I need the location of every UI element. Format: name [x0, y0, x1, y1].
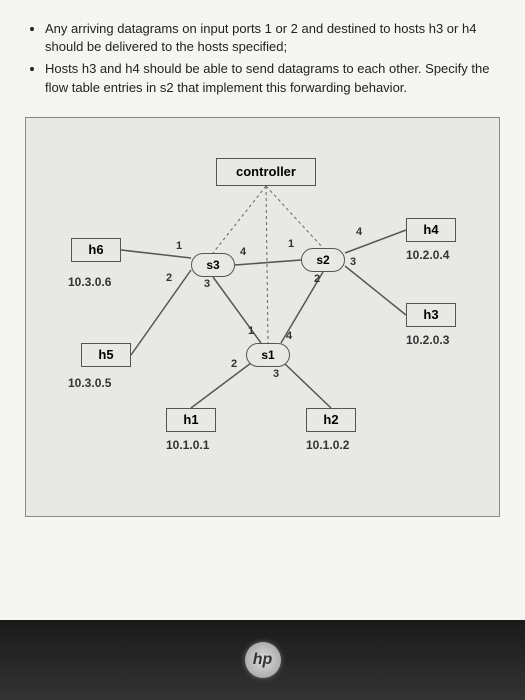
host-h5: h5 [81, 343, 131, 367]
host-h1: h1 [166, 408, 216, 432]
port-s3-1: 1 [176, 240, 182, 252]
network-diagram: controller h6 h5 h4 h3 h1 h2 10.3.0.6 10… [25, 117, 500, 517]
switch-s2: s2 [301, 248, 345, 272]
hp-logo-icon: hp [245, 642, 281, 678]
ip-h3: 10.2.0.3 [406, 333, 449, 347]
laptop-bezel: hp [0, 620, 525, 700]
controller-node: controller [216, 158, 316, 186]
port-s3-2: 2 [166, 272, 172, 284]
ip-h4: 10.2.0.4 [406, 248, 449, 262]
port-s1-2: 2 [231, 358, 237, 370]
switch-s3: s3 [191, 253, 235, 277]
document-screen: Any arriving datagrams on input ports 1 … [0, 0, 525, 620]
ip-h6: 10.3.0.6 [68, 275, 111, 289]
port-s2-2: 2 [314, 273, 320, 285]
host-h4: h4 [406, 218, 456, 242]
port-s3-3: 3 [204, 278, 210, 290]
ip-h2: 10.1.0.2 [306, 438, 349, 452]
port-s2-4: 4 [356, 226, 362, 238]
bullet-2: Hosts h3 and h4 should be able to send d… [45, 60, 500, 96]
ip-h5: 10.3.0.5 [68, 376, 111, 390]
host-h2: h2 [306, 408, 356, 432]
ip-h1: 10.1.0.1 [166, 438, 209, 452]
bullet-1: Any arriving datagrams on input ports 1 … [45, 20, 500, 56]
port-s2-1: 1 [288, 238, 294, 250]
port-s1-4: 4 [286, 330, 292, 342]
port-s1-3: 3 [273, 368, 279, 380]
controller-label: controller [236, 164, 296, 179]
host-h6: h6 [71, 238, 121, 262]
problem-statement: Any arriving datagrams on input ports 1 … [25, 20, 500, 97]
switch-s1: s1 [246, 343, 290, 367]
port-s2-3: 3 [350, 256, 356, 268]
port-s3-4: 4 [240, 246, 246, 258]
host-h3: h3 [406, 303, 456, 327]
port-s1-1: 1 [248, 325, 254, 337]
